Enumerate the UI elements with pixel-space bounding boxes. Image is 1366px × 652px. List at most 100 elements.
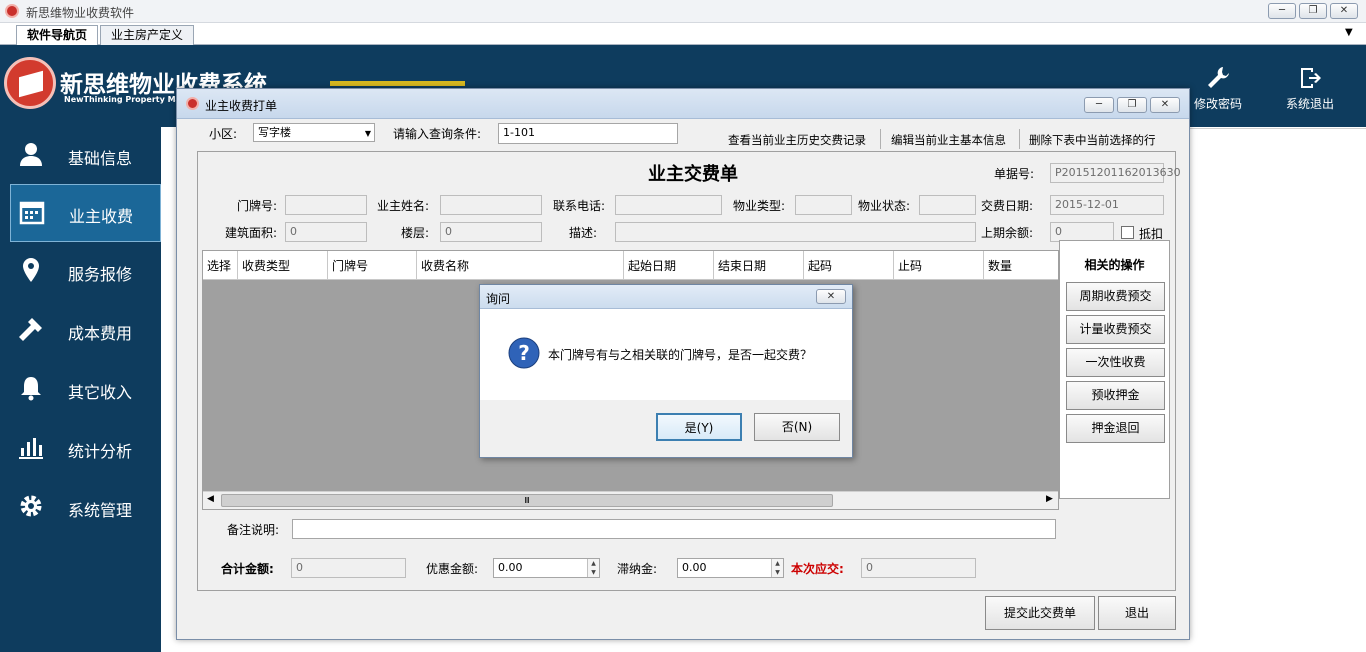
window-restore-button[interactable]: ❐ xyxy=(1117,97,1147,113)
sidebar-item-statistics[interactable]: 统计分析 xyxy=(10,420,161,478)
history-link[interactable]: 查看当前业主历史交费记录 xyxy=(728,132,866,148)
door-label: 门牌号: xyxy=(237,199,278,213)
sidebar-item-owner-charge[interactable]: 业主收费 xyxy=(10,184,161,242)
tab-property-def[interactable]: 业主房产定义 xyxy=(100,25,195,45)
total-label: 合计金额: xyxy=(221,562,274,576)
delete-row-link[interactable]: 删除下表中当前选择的行 xyxy=(1029,132,1156,148)
area-label: 建筑面积: xyxy=(225,226,278,240)
discount-label: 优惠金额: xyxy=(426,562,479,576)
query-input[interactable]: 1-101 xyxy=(498,123,678,144)
floor-field[interactable]: 0 xyxy=(440,222,542,242)
grid-col-header: 止码 xyxy=(894,251,984,279)
prop-type-label: 物业类型: xyxy=(733,199,786,213)
deduct-checkbox[interactable] xyxy=(1121,226,1134,239)
change-password-button[interactable]: 修改密码 xyxy=(1188,65,1248,115)
owner-field[interactable] xyxy=(440,195,542,215)
sidebar-item-label: 成本费用 xyxy=(68,324,133,343)
prop-status-label: 物业状态: xyxy=(858,199,911,213)
due-label: 本次应交: xyxy=(791,562,844,576)
deposit-button[interactable]: 预收押金 xyxy=(1066,381,1165,410)
submit-bill-button[interactable]: 提交此交费单 xyxy=(985,596,1095,630)
sidebar-item-basic-info[interactable]: 基础信息 xyxy=(10,127,161,185)
confirm-title-bar: 询问 ✕ xyxy=(480,285,852,309)
confirm-yes-button[interactable]: 是(Y) xyxy=(656,413,742,441)
tab-bar: 软件导航页 业主房产定义 ▼ xyxy=(0,23,1366,46)
discount-spinner[interactable]: ▲ ▼ xyxy=(587,559,599,577)
chevron-down-icon: ▼ xyxy=(364,129,371,138)
remark-label: 备注说明: xyxy=(227,523,280,537)
confirm-title: 询问 xyxy=(486,292,511,306)
floor-label: 楼层: xyxy=(401,226,430,240)
sidebar-item-service-repair[interactable]: 服务报修 xyxy=(10,243,161,301)
ops-panel: 相关的操作 周期收费预交 计量收费预交 一次性收费 预收押金 押金退回 xyxy=(1059,240,1170,499)
prev-balance-field[interactable]: 0 xyxy=(1050,222,1114,242)
system-exit-button[interactable]: 系统退出 xyxy=(1280,65,1340,115)
question-icon: ? xyxy=(508,337,540,369)
bill-no-field[interactable]: P20151201162013630 xyxy=(1050,163,1181,183)
desc-field[interactable] xyxy=(615,222,976,242)
sidebar-item-system-admin[interactable]: 系统管理 xyxy=(10,479,161,537)
confirm-close-button[interactable]: ✕ xyxy=(816,289,846,304)
area-field[interactable]: 0 xyxy=(285,222,367,242)
late-fee-spinner[interactable]: ▲ ▼ xyxy=(771,559,783,577)
confirm-message: 本门牌号有与之相关联的门牌号，是否一起交费？ xyxy=(548,348,813,362)
sidebar-item-other-income[interactable]: 其它收入 xyxy=(10,361,161,419)
meter-prepay-button[interactable]: 计量收费预交 xyxy=(1066,315,1165,344)
prop-type-field[interactable] xyxy=(795,195,852,215)
sidebar-item-label: 服务报修 xyxy=(68,265,133,284)
hammer-icon xyxy=(19,318,42,341)
total-field[interactable]: 0 xyxy=(291,558,406,578)
sidebar-item-cost[interactable]: 成本费用 xyxy=(10,302,161,360)
tab-nav-home[interactable]: 软件导航页 xyxy=(16,25,99,46)
exit-button[interactable]: 退出 xyxy=(1098,596,1176,630)
cycle-prepay-button[interactable]: 周期收费预交 xyxy=(1066,282,1165,311)
remark-field[interactable] xyxy=(292,519,1056,539)
sidebar-item-label: 系统管理 xyxy=(68,501,133,520)
tab-list-dropdown-icon[interactable]: ▼ xyxy=(1345,27,1353,38)
prop-status-field[interactable] xyxy=(919,195,976,215)
grid-col-header: 起码 xyxy=(804,251,894,279)
outer-close-button[interactable]: ✕ xyxy=(1330,3,1358,19)
sidebar-item-label: 统计分析 xyxy=(68,442,133,461)
window-title-bar: 业主收费打单 ─ ❐ ✕ xyxy=(177,89,1189,119)
bar-chart-icon xyxy=(19,438,43,459)
grid-col-header: 结束日期 xyxy=(714,251,804,279)
grid-hscrollbar[interactable]: ◀ Ⅲ ▶ xyxy=(203,491,1058,509)
phone-label: 联系电话: xyxy=(553,199,606,213)
window-close-button[interactable]: ✕ xyxy=(1150,97,1180,113)
outer-minimize-button[interactable]: ─ xyxy=(1268,3,1296,19)
pay-date-field[interactable]: 2015-12-01 xyxy=(1050,195,1164,215)
outer-restore-button[interactable]: ❐ xyxy=(1299,3,1327,19)
district-select[interactable]: 写字楼 ▼ xyxy=(253,123,375,142)
desc-label: 描述: xyxy=(569,226,598,240)
scroll-right-icon[interactable]: ▶ xyxy=(1046,494,1053,504)
sidebar-item-label: 其它收入 xyxy=(68,383,133,402)
window-logo-icon xyxy=(186,97,199,110)
bell-icon xyxy=(21,377,41,401)
deposit-refund-button[interactable]: 押金退回 xyxy=(1066,414,1165,443)
outer-window-title: 新思维物业收费软件 xyxy=(26,6,135,20)
window-minimize-button[interactable]: ─ xyxy=(1084,97,1114,113)
phone-field[interactable] xyxy=(615,195,722,215)
owner-label: 业主姓名: xyxy=(377,199,430,213)
scroll-left-icon[interactable]: ◀ xyxy=(207,494,214,504)
system-exit-label: 系统退出 xyxy=(1285,97,1334,111)
outer-title-bar: 新思维物业收费软件 ─ ❐ ✕ xyxy=(0,0,1366,23)
district-value: 写字楼 xyxy=(258,126,291,139)
door-field[interactable] xyxy=(285,195,367,215)
header-decor-bar xyxy=(330,81,465,86)
app-logo-icon xyxy=(5,4,19,18)
user-icon xyxy=(20,143,42,166)
late-fee-value: 0.00 xyxy=(682,561,707,574)
late-fee-label: 滞纳金: xyxy=(617,562,658,576)
confirm-no-button[interactable]: 否(N) xyxy=(754,413,840,441)
scroll-thumb[interactable]: Ⅲ xyxy=(221,494,833,507)
district-label: 小区: xyxy=(209,127,238,141)
edit-owner-link[interactable]: 编辑当前业主基本信息 xyxy=(891,132,1006,148)
grid-header: 选择 收费类型 门牌号 收费名称 起始日期 结束日期 起码 止码 数量 xyxy=(203,251,1058,280)
one-time-charge-button[interactable]: 一次性收费 xyxy=(1066,348,1165,377)
grid-col-header: 收费名称 xyxy=(417,251,624,279)
discount-field[interactable]: 0.00 ▲ ▼ xyxy=(493,558,600,578)
late-fee-field[interactable]: 0.00 ▲ ▼ xyxy=(677,558,784,578)
due-field[interactable]: 0 xyxy=(861,558,976,578)
